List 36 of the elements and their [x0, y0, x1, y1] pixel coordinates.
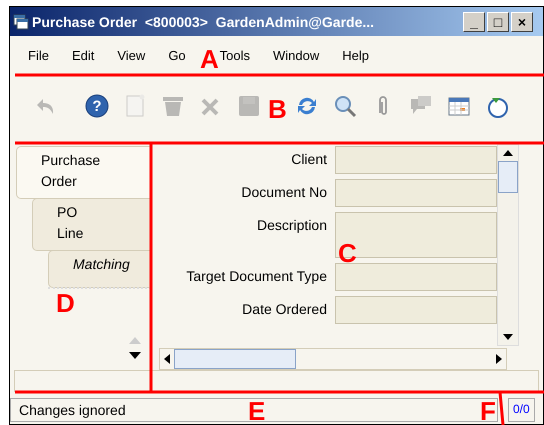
- minimize-button[interactable]: _: [463, 12, 485, 32]
- annotation-letter: D: [56, 290, 75, 316]
- input-field[interactable]: [335, 179, 497, 207]
- menu-item[interactable]: Tools: [220, 48, 250, 62]
- menu-item[interactable]: View: [117, 48, 146, 62]
- field-label: Document No: [240, 183, 327, 200]
- input-field[interactable]: [335, 263, 497, 291]
- vertical-scrollbar[interactable]: [497, 144, 519, 346]
- record-count[interactable]: 0/0: [508, 398, 535, 422]
- tab[interactable]: Purchase Order: [16, 146, 151, 199]
- annotation-letter: A: [200, 46, 219, 72]
- menu-item[interactable]: Go: [168, 48, 186, 62]
- field-label: Description: [256, 216, 327, 233]
- annotation-letter: C: [338, 240, 357, 266]
- tab[interactable]: PO Line: [32, 198, 151, 251]
- field-label: Client: [290, 150, 327, 167]
- horizontal-scrollbar[interactable]: [159, 348, 507, 370]
- menu-item[interactable]: Help: [342, 48, 370, 62]
- menu-item[interactable]: Edit: [72, 48, 94, 62]
- scroll-thumb[interactable]: [498, 161, 518, 193]
- input-field[interactable]: [335, 146, 497, 174]
- close-button[interactable]: ×: [511, 12, 533, 32]
- annotation-letter: B: [268, 96, 287, 122]
- window-title: Purchase Order <800003> GardenAdmin@Garde...: [32, 14, 376, 30]
- window-stack-icon: [13, 14, 29, 30]
- tab[interactable]: Matching: [48, 250, 151, 288]
- field-label: Target Document Type: [185, 267, 327, 284]
- menu-item[interactable]: File: [28, 48, 49, 62]
- field-label: Date Ordered: [241, 300, 327, 317]
- scroll-down-arrow-icon[interactable]: [129, 352, 141, 360]
- scroll-thumb[interactable]: [174, 349, 296, 369]
- menu-item[interactable]: Window: [273, 48, 320, 62]
- annotation-letter: F: [480, 398, 496, 424]
- maximize-button[interactable]: □: [487, 12, 509, 32]
- input-field[interactable]: [335, 296, 497, 324]
- annotation-letter: E: [248, 398, 266, 424]
